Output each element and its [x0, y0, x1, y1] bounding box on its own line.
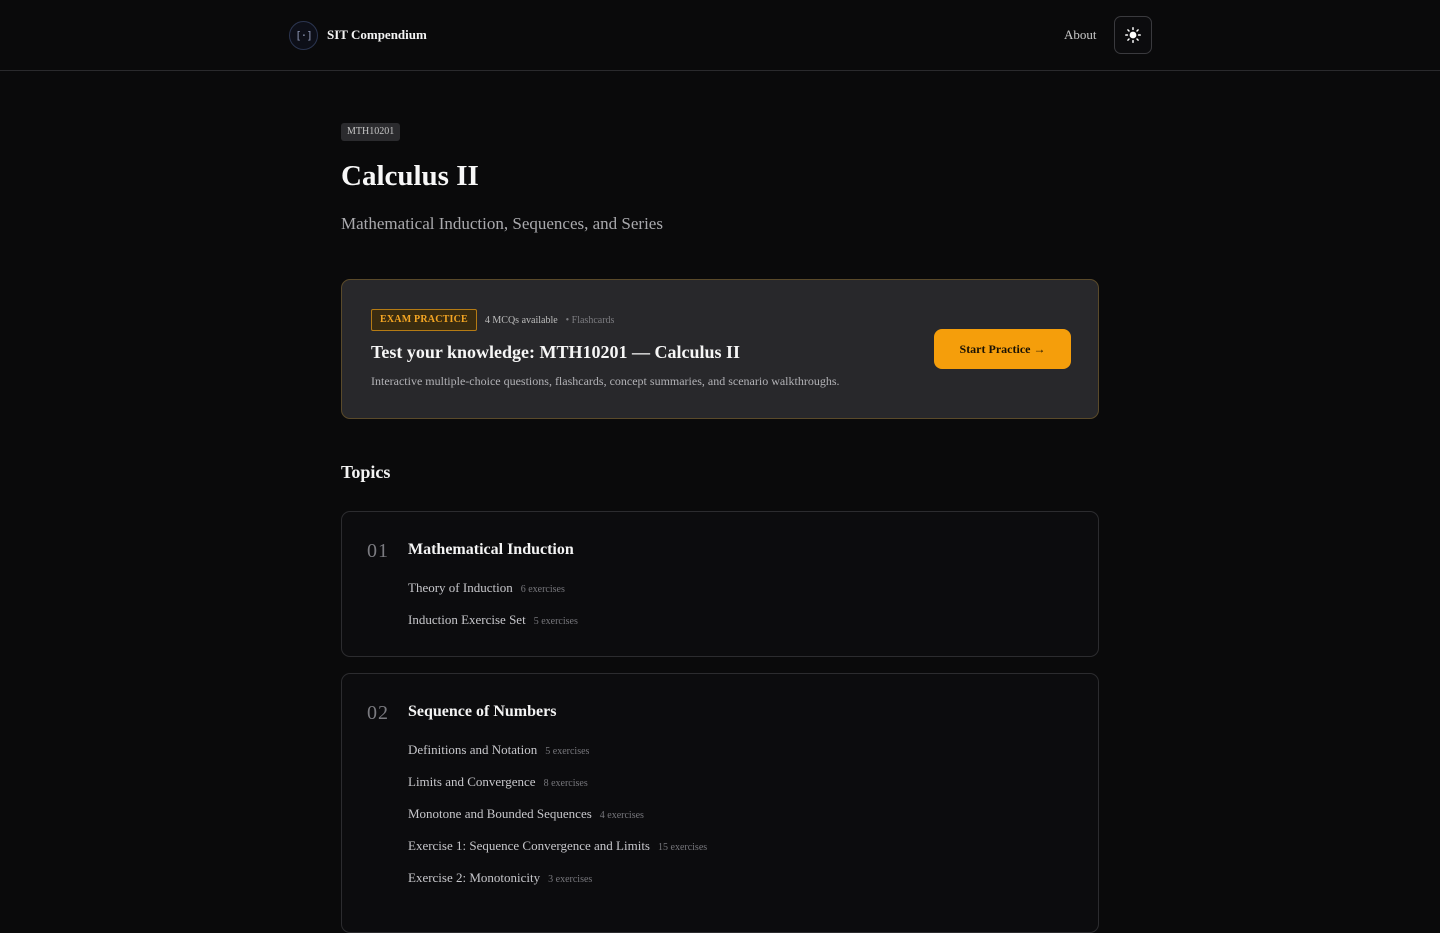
subtopic-item[interactable]: Exercise 1: Sequence Convergence and Lim…: [408, 838, 707, 870]
subtopic-list: Theory of Induction 6 exercises Inductio…: [408, 580, 578, 644]
exercise-count: 15 exercises: [658, 842, 708, 853]
topic-card: 02 Sequence of Numbers Definitions and N…: [341, 673, 1099, 933]
subtopic-item[interactable]: Monotone and Bounded Sequences 4 exercis…: [408, 806, 707, 838]
subtopic-link[interactable]: Monotone and Bounded Sequences: [408, 806, 592, 822]
exercise-count: 5 exercises: [533, 616, 578, 627]
topic-card: 01 Mathematical Induction Theory of Indu…: [341, 511, 1099, 657]
logo-icon: [·]: [289, 20, 318, 50]
subtopic-item[interactable]: Definitions and Notation 5 exercises: [408, 742, 707, 774]
nav-about-link[interactable]: About: [1064, 27, 1097, 43]
subtopic-link[interactable]: Exercise 1: Sequence Convergence and Lim…: [408, 838, 650, 854]
subtopic-item[interactable]: Exercise 2: Monotonicity 3 exercises: [408, 870, 707, 902]
exam-practice-card: EXAM PRACTICE 4 MCQs available • Flashca…: [341, 279, 1099, 419]
subtopic-link[interactable]: Theory of Induction: [408, 580, 513, 596]
subtopic-link[interactable]: Exercise 2: Monotonicity: [408, 870, 540, 886]
topics-heading: Topics: [341, 462, 391, 482]
exercise-count: 5 exercises: [545, 746, 590, 757]
brand-link[interactable]: [·] SIT Compendium: [289, 20, 427, 50]
subtopic-item[interactable]: Limits and Convergence 8 exercises: [408, 774, 707, 806]
practice-description: Interactive multiple-choice questions, f…: [371, 374, 840, 388]
topic-number: 01: [367, 540, 389, 562]
page-subtitle: Mathematical Induction, Sequences, and S…: [341, 214, 663, 233]
theme-toggle-button[interactable]: [1114, 16, 1152, 54]
subtopic-item[interactable]: Theory of Induction 6 exercises: [408, 580, 578, 612]
subtopic-list: Definitions and Notation 5 exercises Lim…: [408, 742, 707, 902]
topic-title: Sequence of Numbers: [408, 703, 557, 720]
practice-title: Test your knowledge: MTH10201 — Calculus…: [371, 342, 741, 362]
exercise-count: 4 exercises: [599, 810, 644, 821]
subtopic-link[interactable]: Induction Exercise Set: [408, 612, 526, 628]
subtopic-item[interactable]: Induction Exercise Set 5 exercises: [408, 612, 578, 644]
sun-icon: [1125, 27, 1141, 43]
subtopic-link[interactable]: Limits and Convergence: [408, 774, 536, 790]
site-header: [·] SIT Compendium About: [0, 0, 1440, 71]
topic-title: Mathematical Induction: [408, 541, 574, 558]
page-title: Calculus II: [341, 160, 479, 192]
flashcards-label: • Flashcards: [565, 314, 615, 326]
course-code-badge: MTH10201: [341, 123, 401, 141]
exercise-count: 8 exercises: [543, 778, 588, 789]
topic-number: 02: [367, 702, 389, 724]
exam-practice-tag: EXAM PRACTICE: [371, 309, 477, 331]
exercise-count: 3 exercises: [548, 874, 593, 885]
subtopic-link[interactable]: Definitions and Notation: [408, 742, 537, 758]
mcq-count: 4 MCQs available: [484, 314, 558, 326]
practice-meta: EXAM PRACTICE 4 MCQs available • Flashca…: [371, 309, 614, 331]
exercise-count: 6 exercises: [520, 584, 565, 595]
brand-name: SIT Compendium: [327, 27, 427, 42]
start-practice-button[interactable]: Start Practice →: [934, 329, 1071, 369]
